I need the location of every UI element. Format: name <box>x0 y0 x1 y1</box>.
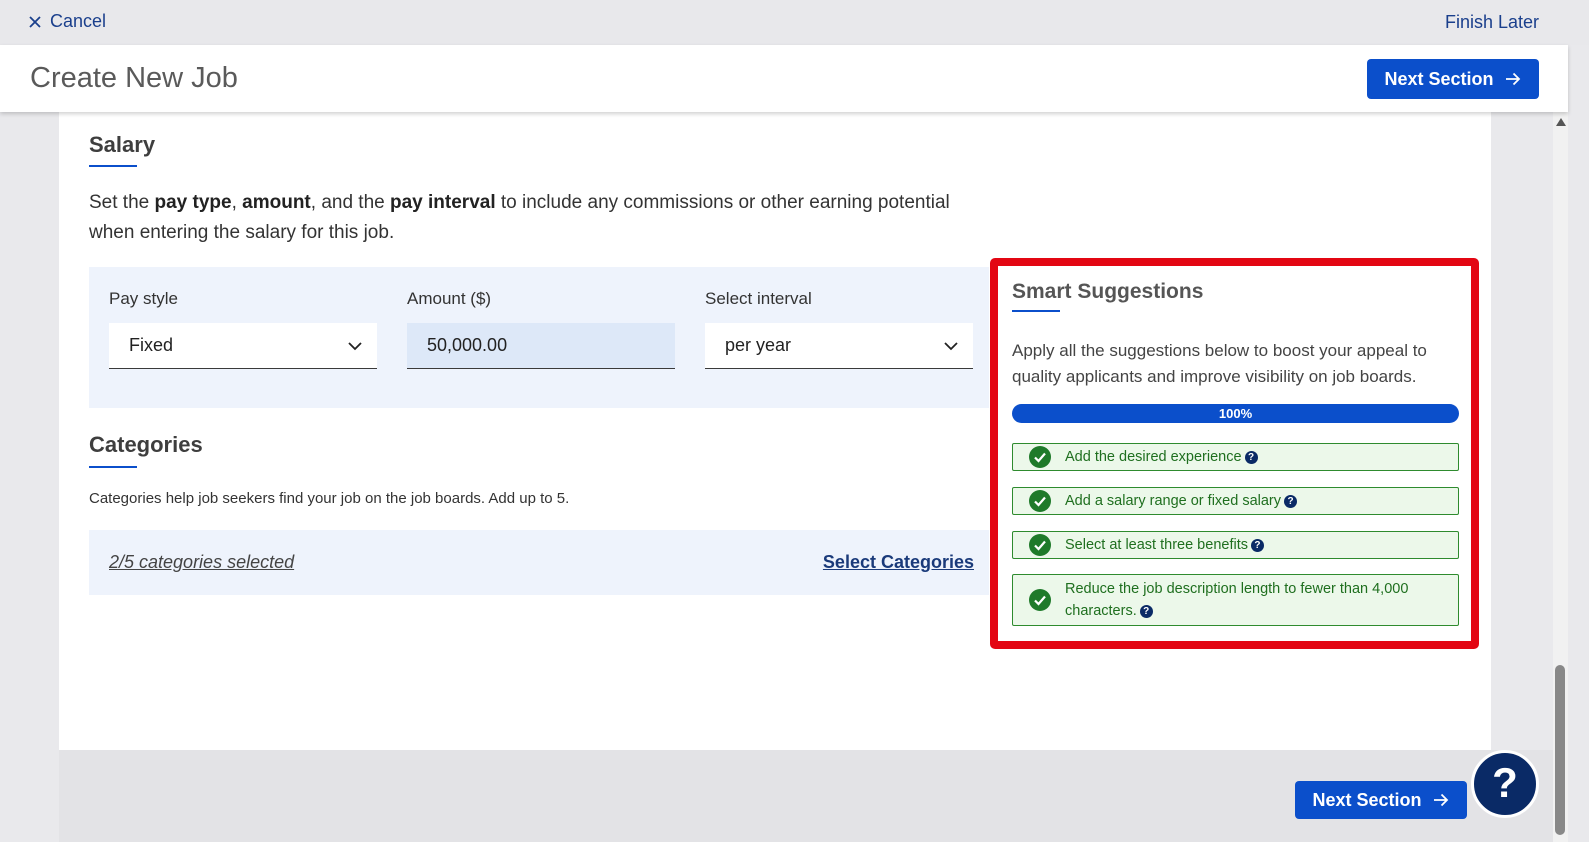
salary-title-underline <box>89 165 137 167</box>
suggestion-item: Add a salary range or fixed salary? <box>1012 487 1459 515</box>
desc-emphasis: pay type <box>154 192 232 213</box>
desc-text: , and the <box>310 192 390 213</box>
scrollbar[interactable] <box>1553 112 1568 842</box>
categories-count: 2/5 categories selected <box>109 552 295 572</box>
chevron-down-icon <box>348 342 362 351</box>
suggestion-text: Add a salary range or fixed salary? <box>1065 490 1297 512</box>
suggestion-label: Select at least three benefits <box>1065 537 1248 553</box>
chevron-down-icon <box>944 342 958 351</box>
categories-description: Categories help job seekers find your jo… <box>89 490 570 507</box>
finish-later-button[interactable]: Finish Later <box>1445 12 1539 33</box>
pay-style-label: Pay style <box>109 289 178 308</box>
interval-select[interactable]: per year <box>705 323 973 369</box>
suggestion-label: Reduce the job description length to few… <box>1065 581 1409 619</box>
check-circle-icon <box>1029 446 1051 468</box>
suggestion-label: Add a salary range or fixed salary <box>1065 493 1281 509</box>
question-icon[interactable]: ? <box>1244 450 1258 464</box>
help-button[interactable]: ? <box>1471 750 1539 818</box>
check-circle-icon <box>1029 534 1051 556</box>
interval-value: per year <box>725 335 792 355</box>
arrow-right-icon <box>1505 72 1520 86</box>
categories-title-underline <box>89 466 137 468</box>
amount-label: Amount ($) <box>407 289 492 308</box>
page-header: Create New Job Next Section <box>0 45 1568 112</box>
cancel-label: Cancel <box>50 11 107 31</box>
next-section-button-header[interactable]: Next Section <box>1367 59 1539 99</box>
cancel-button[interactable]: Cancel <box>28 11 106 32</box>
amount-input[interactable]: 50,000.00 <box>407 323 675 369</box>
suggestion-text: Reduce the job description length to few… <box>1065 578 1435 622</box>
desc-emphasis: amount <box>242 192 311 213</box>
scroll-up-arrow[interactable] <box>1556 118 1566 126</box>
next-section-label: Next Section <box>1312 789 1422 810</box>
scrollbar-thumb[interactable] <box>1555 665 1565 835</box>
pay-style-select[interactable]: Fixed <box>109 323 377 369</box>
top-bar: Cancel Finish Later <box>0 0 1589 45</box>
question-icon[interactable]: ? <box>1139 604 1153 618</box>
categories-panel: 2/5 categories selected Select Categorie… <box>89 530 989 595</box>
suggestions-progress-bar: 100% <box>1012 404 1459 423</box>
question-icon[interactable]: ? <box>1284 494 1297 508</box>
suggestion-item: Add the desired experience? <box>1012 443 1459 471</box>
interval-label: Select interval <box>705 289 812 308</box>
question-icon[interactable]: ? <box>1250 538 1264 552</box>
smart-suggestions-panel: Smart Suggestions Apply all the suggesti… <box>990 258 1479 649</box>
suggestion-item: Select at least three benefits? <box>1012 531 1459 559</box>
next-section-label: Next Section <box>1384 68 1494 89</box>
arrow-right-icon <box>1433 793 1448 807</box>
salary-fields-panel: Pay style Fixed Amount ($) 50,000.00 Sel… <box>89 267 989 408</box>
check-circle-icon <box>1029 490 1051 512</box>
amount-value: 50,000.00 <box>427 335 508 355</box>
categories-section-title: Categories <box>89 432 203 457</box>
smart-title-underline <box>1012 310 1060 312</box>
salary-description: Set the pay type, amount, and the pay in… <box>89 188 989 248</box>
desc-emphasis: pay interval <box>390 192 496 213</box>
close-icon <box>29 15 41 28</box>
progress-text: 100% <box>1218 406 1253 421</box>
smart-suggestions-title: Smart Suggestions <box>1012 280 1204 303</box>
page-title: Create New Job <box>30 62 238 94</box>
suggestion-item: Reduce the job description length to few… <box>1012 574 1459 626</box>
suggestion-label: Add the desired experience <box>1065 449 1242 465</box>
check-circle-icon <box>1029 589 1051 611</box>
suggestion-text: Select at least three benefits? <box>1065 534 1264 556</box>
select-categories-link[interactable]: Select Categories <box>823 552 974 573</box>
desc-text: , <box>231 192 243 213</box>
salary-section-title: Salary <box>89 132 156 157</box>
page-footer: Next Section <box>59 750 1568 842</box>
pay-style-value: Fixed <box>129 335 174 355</box>
next-section-button-footer[interactable]: Next Section <box>1295 781 1467 819</box>
suggestion-text: Add the desired experience? <box>1065 446 1258 468</box>
smart-suggestions-description: Apply all the suggestions below to boost… <box>1012 341 1427 386</box>
desc-text: Set the <box>89 192 155 213</box>
